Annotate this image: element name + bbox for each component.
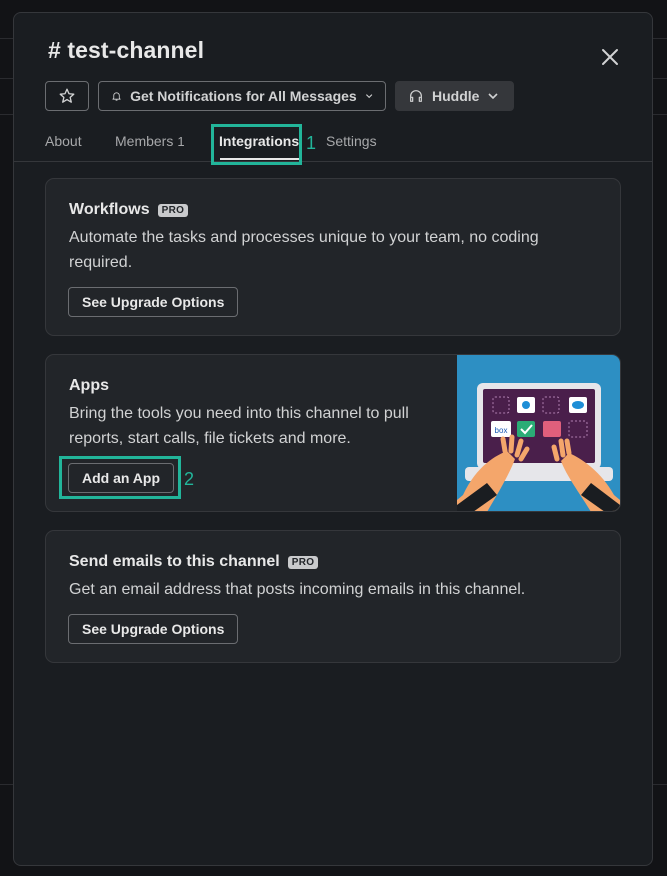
tab-label: Members bbox=[115, 133, 174, 149]
see-upgrade-options-button[interactable]: See Upgrade Options bbox=[68, 287, 239, 317]
workflows-card: Workflows PRO Automate the tasks and pro… bbox=[45, 178, 621, 336]
annotation-number: 2 bbox=[184, 469, 195, 489]
tab-about[interactable]: About bbox=[45, 133, 82, 149]
emails-title: Send emails to this channel bbox=[69, 553, 280, 570]
star-button[interactable] bbox=[45, 81, 89, 111]
highlight-box-integrations bbox=[211, 124, 302, 165]
tab-members[interactable]: Members 1 bbox=[115, 133, 185, 149]
emails-card: Send emails to this channel PRO Get an e… bbox=[45, 530, 621, 663]
emails-description: Get an email address that posts incoming… bbox=[69, 581, 526, 598]
member-count: 1 bbox=[177, 134, 185, 149]
apps-description: Bring the tools you need into this chann… bbox=[69, 405, 409, 447]
card-title: Send emails to this channel PRO bbox=[69, 553, 319, 571]
notifications-button[interactable]: Get Notifications for All Messages bbox=[98, 81, 386, 111]
apps-title: Apps bbox=[69, 377, 109, 394]
huddle-label: Huddle bbox=[432, 88, 480, 104]
tab-settings[interactable]: Settings bbox=[326, 133, 377, 149]
tab-label: Settings bbox=[326, 133, 377, 149]
pro-badge: PRO bbox=[287, 555, 319, 569]
apps-illustration: box bbox=[457, 355, 620, 511]
bell-icon bbox=[112, 92, 121, 101]
headphones-icon bbox=[410, 90, 422, 102]
close-icon bbox=[602, 49, 618, 65]
box-logo-text: box bbox=[495, 426, 508, 435]
workflows-title: Workflows bbox=[69, 201, 150, 218]
workflows-description: Automate the tasks and processes unique … bbox=[69, 229, 539, 271]
channel-details-dialog: # test-channel Get Notifications for All… bbox=[13, 12, 653, 866]
star-icon bbox=[59, 88, 75, 103]
card-title: Apps bbox=[69, 377, 109, 395]
notifications-label: Get Notifications for All Messages bbox=[130, 88, 357, 104]
annotation-number: 1 bbox=[306, 133, 317, 153]
highlight-box-add-app bbox=[59, 456, 181, 499]
channel-title: # test-channel bbox=[48, 37, 205, 63]
tab-bar: About Members 1 Integrations Settings bbox=[14, 117, 652, 162]
chevron-down-icon bbox=[488, 93, 499, 100]
pro-badge: PRO bbox=[157, 203, 189, 217]
chevron-down-icon bbox=[365, 94, 373, 99]
tab-label: About bbox=[45, 133, 82, 149]
close-button[interactable] bbox=[594, 41, 626, 73]
see-upgrade-options-button[interactable]: See Upgrade Options bbox=[68, 614, 239, 644]
huddle-button[interactable]: Huddle bbox=[395, 81, 514, 111]
card-title: Workflows PRO bbox=[69, 201, 189, 219]
